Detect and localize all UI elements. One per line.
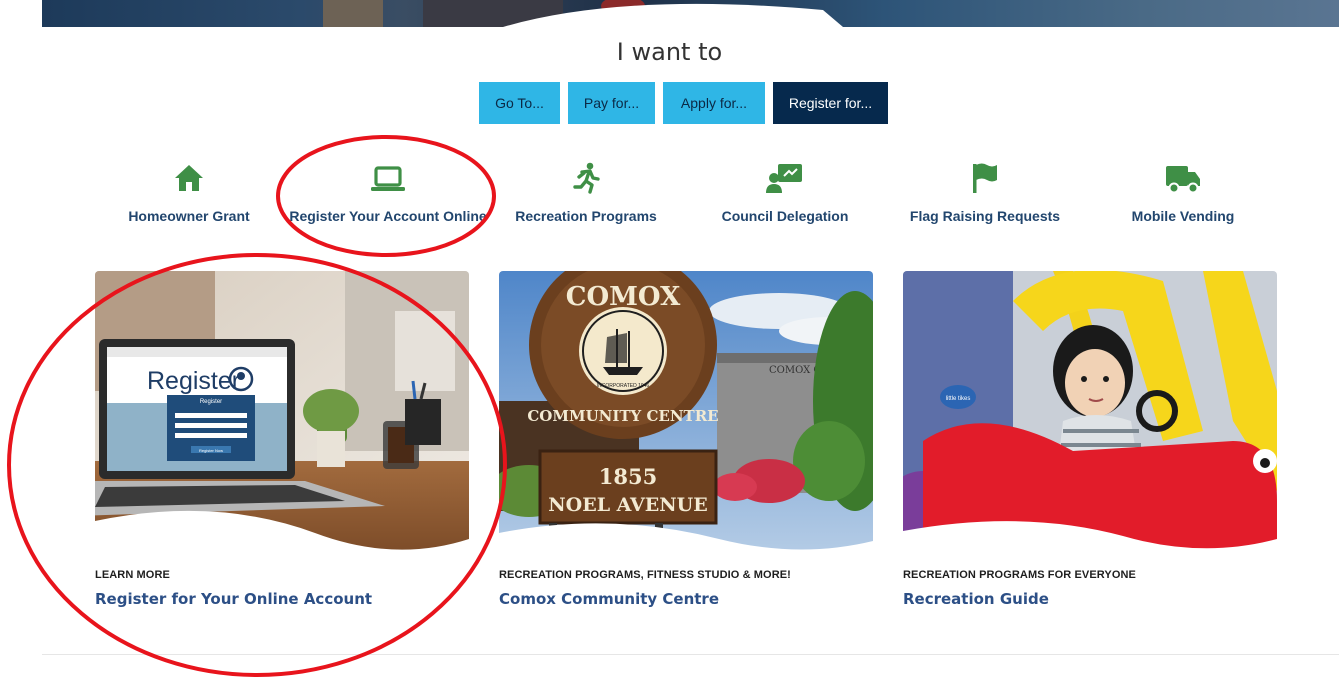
tab-pay-for[interactable]: Pay for...	[568, 82, 655, 124]
laptop-form-button: Register Now	[199, 448, 223, 453]
quick-link-mobile-vending[interactable]: Mobile Vending	[1128, 160, 1238, 224]
presentation-icon	[766, 160, 804, 196]
sign-bottom-text: COMMUNITY CENTRE	[527, 407, 718, 425]
toy-brand-logo: little tikes	[946, 396, 971, 402]
card-eyebrow: RECREATION PROGRAMS, FITNESS STUDIO & MO…	[499, 569, 791, 581]
card-eyebrow: RECREATION PROGRAMS FOR EVERYONE	[903, 569, 1136, 581]
hero-banner	[42, 0, 1339, 27]
quick-link-council-delegation[interactable]: Council Delegation	[720, 160, 850, 224]
card-image-laptop: Register Register Register Now	[95, 271, 469, 559]
quick-link-label: Homeowner Grant	[128, 208, 250, 224]
card-eyebrow: LEARN MORE	[95, 569, 170, 581]
section-title: I want to	[616, 38, 723, 66]
card-register-online-account[interactable]: Register Register Register Now LEARN MOR…	[95, 271, 469, 608]
quick-link-label: Mobile Vending	[1131, 208, 1235, 224]
address-street: NOEL AVENUE	[548, 494, 707, 516]
quick-link-homeowner-grant[interactable]: Homeowner Grant	[124, 160, 254, 224]
seal-text: INCORPORATED 1946	[597, 383, 650, 389]
running-icon	[571, 160, 601, 196]
tab-go-to[interactable]: Go To...	[479, 82, 560, 124]
laptop-form-title: Register	[200, 399, 222, 405]
tab-register-for[interactable]: Register for...	[773, 82, 888, 124]
section-divider	[42, 654, 1339, 655]
home-icon	[173, 160, 205, 196]
quick-link-register-account[interactable]: Register Your Account Online	[289, 160, 487, 224]
quick-link-label: Recreation Programs	[515, 208, 657, 224]
card-comox-community-centre[interactable]: COMOX C INCORPORATED 1946 COMOX COMMUNIT…	[499, 271, 873, 608]
address-number: 1855	[599, 464, 657, 489]
card-title[interactable]: Register for Your Online Account	[95, 590, 469, 608]
i-want-to-tabs: Go To... Pay for... Apply for... Registe…	[479, 82, 888, 124]
card-image-community-centre: COMOX C INCORPORATED 1946 COMOX COMMUNIT…	[499, 271, 873, 559]
quick-link-label: Council Delegation	[721, 208, 849, 224]
sign-top-text: COMOX	[566, 282, 681, 312]
truck-icon	[1164, 160, 1202, 196]
card-title[interactable]: Recreation Guide	[903, 590, 1277, 608]
card-image-child-in-toy-car: little tikes	[903, 271, 1277, 559]
card-recreation-guide[interactable]: little tikes RECREATION PROGRAMS FOR EVE…	[903, 271, 1277, 608]
flag-icon	[971, 160, 999, 196]
laptop-icon	[370, 160, 406, 196]
quick-link-label: Flag Raising Requests	[909, 208, 1061, 224]
quick-link-recreation-programs[interactable]: Recreation Programs	[515, 160, 657, 224]
tab-apply-for[interactable]: Apply for...	[663, 82, 765, 124]
quick-link-flag-raising[interactable]: Flag Raising Requests	[909, 160, 1061, 224]
hero-wave	[323, 0, 843, 27]
card-title[interactable]: Comox Community Centre	[499, 590, 873, 608]
laptop-screen-heading: Register	[147, 367, 240, 395]
quick-link-label: Register Your Account Online	[289, 208, 487, 224]
building-sign: COMOX C	[769, 365, 821, 376]
